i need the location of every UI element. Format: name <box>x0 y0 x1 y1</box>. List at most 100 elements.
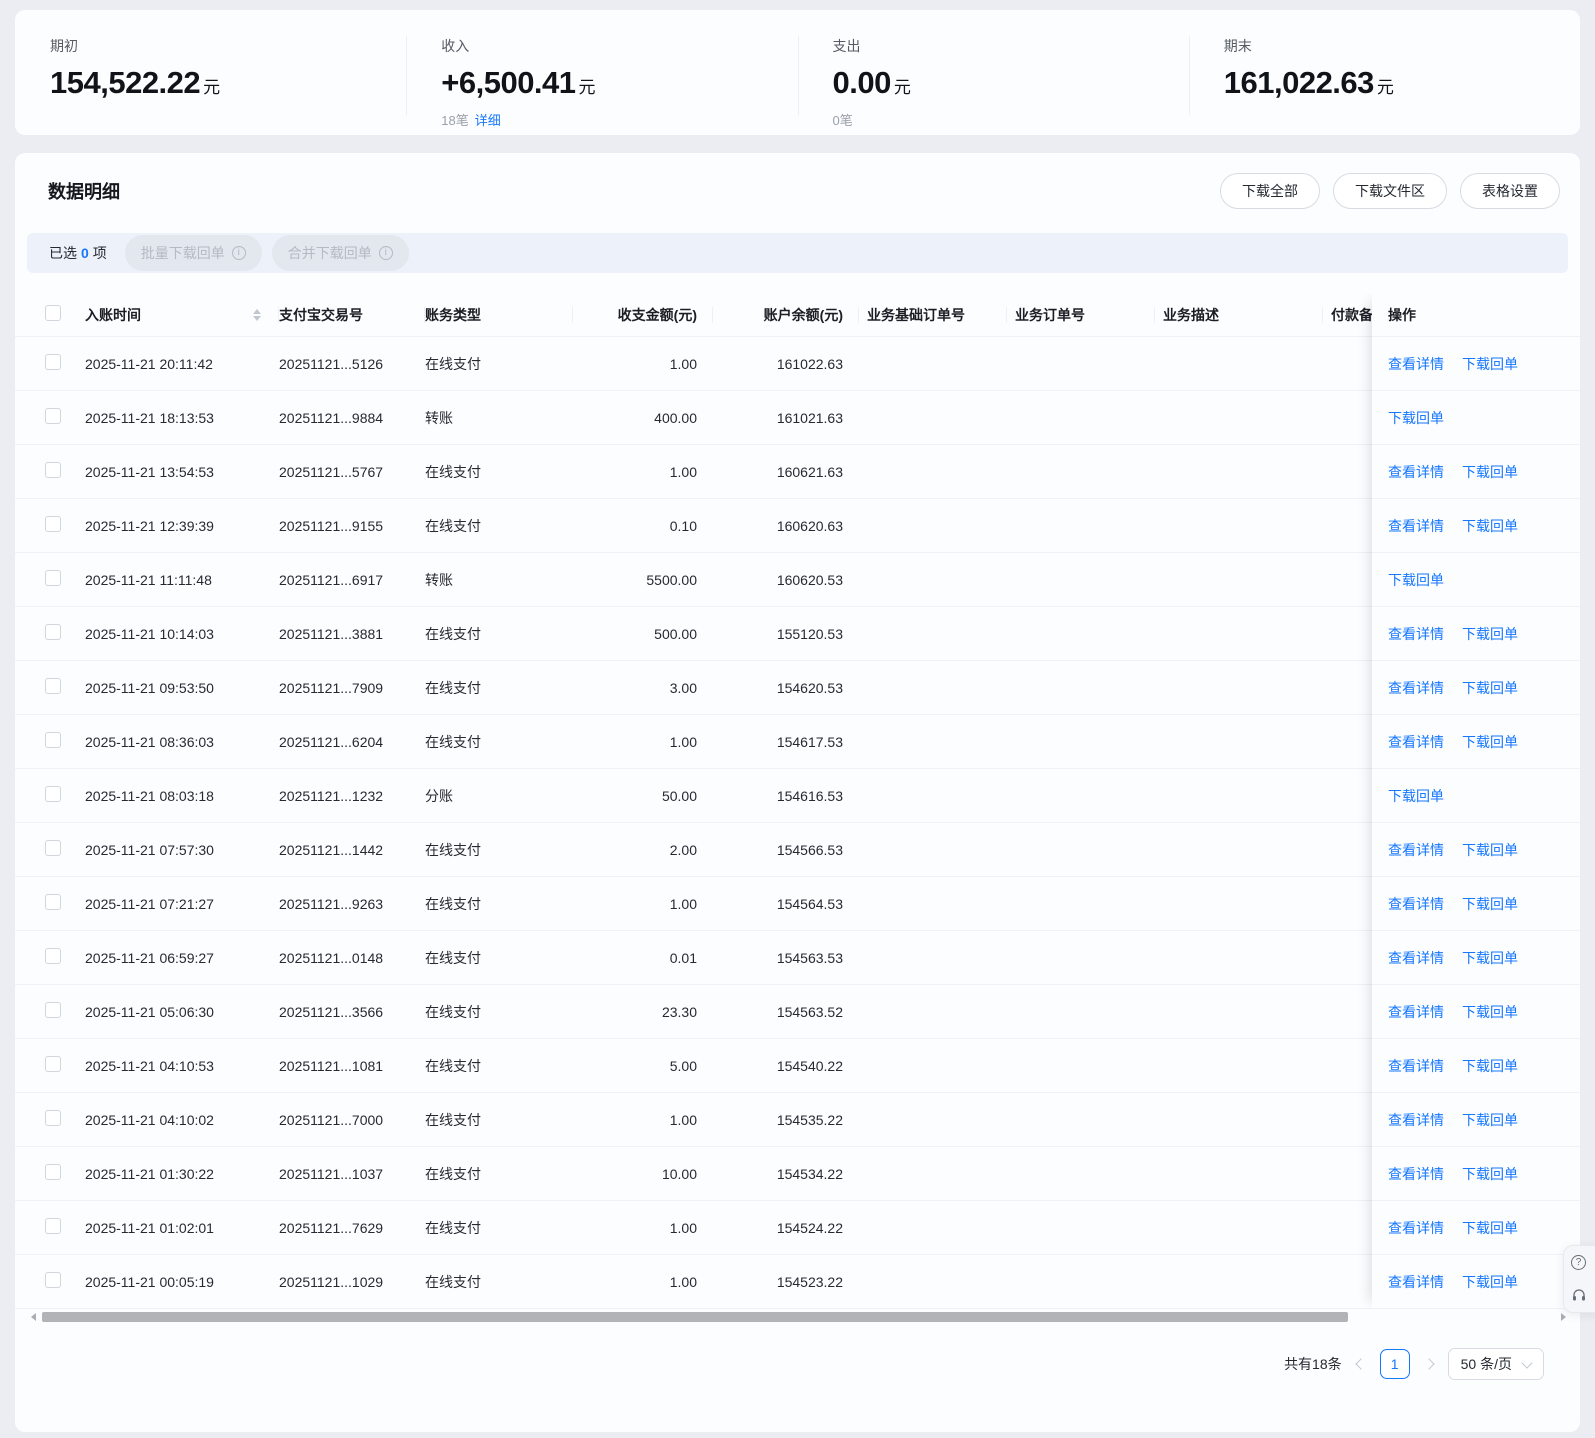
row-checkbox[interactable] <box>45 408 61 424</box>
column-header-label: 账户余额(元) <box>763 306 843 323</box>
cell-txn: 20251121...1442 <box>279 841 384 858</box>
download-receipt-link[interactable]: 下载回单 <box>1462 462 1518 482</box>
merge-download-receipt-button[interactable]: 合并下载回单 i <box>271 235 409 271</box>
column-header: 业务订单号 <box>1007 305 1155 325</box>
total-count-label: 共有18条 <box>1284 1356 1342 1372</box>
view-details-link[interactable]: 查看详情 <box>1388 948 1444 968</box>
horizontal-scrollbar[interactable] <box>15 1310 1580 1324</box>
download-receipt-link[interactable]: 下载回单 <box>1388 570 1444 590</box>
row-checkbox[interactable] <box>45 1218 61 1234</box>
table-settings-button[interactable]: 表格设置 <box>1460 173 1560 209</box>
cell-balance: 154523.22 <box>776 1273 843 1290</box>
cell-time: 2025-11-21 10:14:03 <box>85 625 214 642</box>
download-file-area-button[interactable]: 下载文件区 <box>1333 173 1447 209</box>
view-details-link[interactable]: 查看详情 <box>1388 1002 1444 1022</box>
download-all-button[interactable]: 下载全部 <box>1220 173 1320 209</box>
view-details-link[interactable]: 查看详情 <box>1388 624 1444 644</box>
question-icon[interactable]: ? <box>1571 1254 1586 1270</box>
page-number-button[interactable]: 1 <box>1379 1349 1410 1379</box>
row-checkbox[interactable] <box>45 894 61 910</box>
cell-txn: 20251121...6917 <box>279 571 384 588</box>
download-receipt-link[interactable]: 下载回单 <box>1388 786 1444 806</box>
cell-balance: 161022.63 <box>776 355 843 372</box>
row-checkbox[interactable] <box>45 354 61 370</box>
download-receipt-link[interactable]: 下载回单 <box>1462 516 1518 536</box>
cell-type: 在线支付 <box>425 1219 481 1236</box>
column-header: 支付宝交易号 <box>279 305 425 325</box>
view-details-link[interactable]: 查看详情 <box>1388 732 1444 752</box>
page-size-select[interactable]: 50 条/页 <box>1447 1348 1544 1380</box>
cell-txn: 20251121...7629 <box>279 1219 384 1236</box>
row-checkbox[interactable] <box>45 1164 61 1180</box>
row-checkbox[interactable] <box>45 1272 61 1288</box>
table-row: 2025-11-21 08:36:03 20251121...6204 在线支付 1.… <box>15 715 1580 769</box>
chevron-right-icon[interactable] <box>1422 1358 1435 1370</box>
row-checkbox[interactable] <box>45 1002 61 1018</box>
row-checkbox[interactable] <box>45 732 61 748</box>
cell-amount: 1.00 <box>669 1111 697 1128</box>
download-receipt-link[interactable]: 下载回单 <box>1462 1164 1518 1184</box>
row-checkbox[interactable] <box>45 1056 61 1072</box>
scrollbar-thumb[interactable] <box>42 1312 1348 1322</box>
download-receipt-link[interactable]: 下载回单 <box>1462 354 1518 374</box>
view-details-link[interactable]: 查看详情 <box>1388 1164 1444 1184</box>
view-details-link[interactable]: 查看详情 <box>1388 462 1444 482</box>
row-actions: 查看详情 下载回单 <box>1372 715 1580 769</box>
row-checkbox[interactable] <box>45 624 61 640</box>
download-receipt-link[interactable]: 下载回单 <box>1462 948 1518 968</box>
cell-balance: 154563.52 <box>776 1003 843 1020</box>
cell-type: 在线支付 <box>425 517 481 534</box>
income-detail-link[interactable]: 详细 <box>475 113 501 128</box>
download-receipt-link[interactable]: 下载回单 <box>1462 1218 1518 1238</box>
view-details-link[interactable]: 查看详情 <box>1388 1110 1444 1130</box>
row-actions: 下载回单 <box>1372 391 1580 445</box>
view-details-link[interactable]: 查看详情 <box>1388 1056 1444 1076</box>
download-receipt-link[interactable]: 下载回单 <box>1462 894 1518 914</box>
view-details-link[interactable]: 查看详情 <box>1388 354 1444 374</box>
view-details-link[interactable]: 查看详情 <box>1388 1218 1444 1238</box>
row-checkbox[interactable] <box>45 1110 61 1126</box>
download-receipt-link[interactable]: 下载回单 <box>1462 678 1518 698</box>
cell-balance: 154566.53 <box>776 841 843 858</box>
pagination: 共有18条 1 50 条/页 <box>15 1324 1580 1380</box>
view-details-link[interactable]: 查看详情 <box>1388 678 1444 698</box>
download-receipt-link[interactable]: 下载回单 <box>1462 1110 1518 1130</box>
row-checkbox[interactable] <box>45 948 61 964</box>
column-header-label: 入账时间 <box>85 306 141 323</box>
scroll-right-arrow-icon[interactable] <box>1561 1313 1566 1321</box>
row-checkbox[interactable] <box>45 462 61 478</box>
row-checkbox[interactable] <box>45 840 61 856</box>
row-actions: 查看详情 下载回单 <box>1372 1093 1580 1147</box>
cell-amount: 1.00 <box>669 895 697 912</box>
download-receipt-link[interactable]: 下载回单 <box>1462 1272 1518 1292</box>
view-details-link[interactable]: 查看详情 <box>1388 516 1444 536</box>
sort-icon[interactable] <box>253 308 261 321</box>
download-receipt-link[interactable]: 下载回单 <box>1462 1056 1518 1076</box>
row-actions: 查看详情 下载回单 <box>1372 931 1580 985</box>
row-checkbox[interactable] <box>45 786 61 802</box>
chevron-left-icon[interactable] <box>1354 1358 1367 1370</box>
download-receipt-link[interactable]: 下载回单 <box>1462 732 1518 752</box>
download-receipt-link[interactable]: 下载回单 <box>1462 1002 1518 1022</box>
table-row: 2025-11-21 00:05:19 20251121...1029 在线支付 1.… <box>15 1255 1580 1309</box>
download-receipt-link[interactable]: 下载回单 <box>1462 624 1518 644</box>
column-header: 账户余额(元) <box>713 305 859 325</box>
row-checkbox[interactable] <box>45 678 61 694</box>
row-checkbox[interactable] <box>45 516 61 532</box>
column-header-label: 业务描述 <box>1163 306 1219 323</box>
download-receipt-link[interactable]: 下载回单 <box>1388 408 1444 428</box>
view-details-link[interactable]: 查看详情 <box>1388 894 1444 914</box>
data-detail-panel: 数据明细 下载全部 下载文件区 表格设置 已选 0 项 批量下载回单 i 合并下载回单… <box>15 153 1580 1432</box>
summary-expense: 支出 0.00 元 0笔 <box>797 10 1189 135</box>
headset-icon[interactable] <box>1571 1287 1587 1303</box>
cell-type: 在线支付 <box>425 679 481 696</box>
cell-txn: 20251121...9884 <box>279 409 384 426</box>
select-all-checkbox[interactable] <box>45 305 61 321</box>
scroll-left-arrow-icon[interactable] <box>31 1313 36 1321</box>
row-checkbox[interactable] <box>45 570 61 586</box>
batch-download-receipt-button[interactable]: 批量下载回单 i <box>124 235 262 271</box>
download-receipt-link[interactable]: 下载回单 <box>1462 840 1518 860</box>
view-details-link[interactable]: 查看详情 <box>1388 840 1444 860</box>
view-details-link[interactable]: 查看详情 <box>1388 1272 1444 1292</box>
cell-txn: 20251121...9155 <box>279 517 384 534</box>
